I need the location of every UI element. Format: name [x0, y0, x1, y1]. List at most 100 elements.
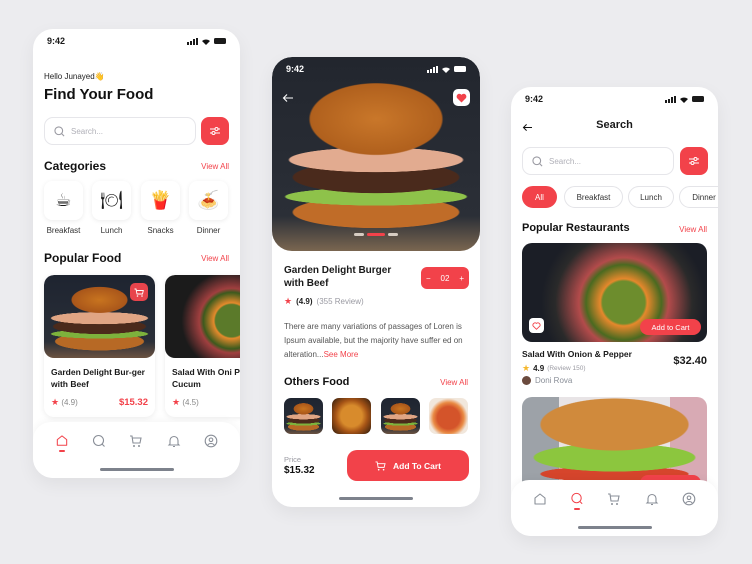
star-icon: ★ — [522, 363, 531, 373]
category-label: Lunch — [100, 226, 123, 235]
popular-view-all-link[interactable]: View All — [201, 254, 229, 263]
category-breakfast[interactable]: ☕ Breakfast — [44, 181, 83, 235]
search-placeholder: Search... — [71, 126, 104, 136]
search-icon — [532, 155, 543, 166]
bell-icon — [645, 493, 659, 506]
star-icon: ★ — [284, 296, 293, 306]
filter-icon — [689, 157, 699, 165]
nav-home[interactable] — [531, 492, 549, 510]
hero-image: 9:42 — [272, 57, 480, 251]
active-indicator — [58, 450, 65, 452]
wifi-icon — [442, 66, 450, 73]
increment-button[interactable]: + — [459, 274, 464, 283]
chip-all[interactable]: All — [522, 186, 557, 208]
cart-icon — [134, 288, 144, 297]
categories-view-all-link[interactable]: View All — [201, 162, 229, 171]
home-indicator — [99, 468, 174, 471]
pager-dot[interactable] — [354, 233, 364, 236]
food-name: Garden Delight Bur-ger with Beef — [51, 367, 145, 389]
heart-outline-icon — [532, 322, 541, 330]
snacks-icon: 🍟 — [141, 181, 180, 220]
bell-icon — [167, 435, 181, 448]
dinner-icon: 🍝 — [189, 181, 228, 220]
chip-dinner[interactable]: Dinner — [679, 186, 718, 208]
home-icon — [56, 435, 67, 446]
nav-profile[interactable] — [202, 434, 220, 452]
restaurant-rating: ★ 4.9 (Review 150) — [522, 363, 586, 373]
active-indicator — [574, 508, 581, 510]
decrement-button[interactable]: − — [426, 274, 431, 283]
search-input[interactable]: Search... — [522, 147, 674, 175]
search-placeholder: Search... — [549, 156, 582, 166]
food-image — [165, 275, 240, 358]
back-arrow-icon[interactable] — [282, 93, 294, 103]
food-price: $15.32 — [118, 397, 148, 408]
other-food-thumb-burger[interactable] — [284, 398, 323, 434]
detail-screen: 9:42 Garden Delight Burger with Beef − 0… — [272, 57, 480, 507]
other-food-thumb-noodles[interactable] — [429, 398, 468, 434]
category-snacks[interactable]: 🍟 Snacks — [141, 181, 180, 235]
other-food-thumb-chicken[interactable] — [332, 398, 371, 434]
restaurants-view-all-link[interactable]: View All — [679, 225, 707, 234]
search-icon — [571, 492, 583, 505]
nav-search[interactable] — [568, 492, 586, 510]
food-card[interactable]: Garden Delight Bur-ger with Beef ★ (4.9)… — [44, 275, 155, 417]
pager-dot[interactable] — [388, 233, 398, 236]
heart-icon — [456, 93, 467, 103]
bottom-nav — [33, 422, 240, 478]
add-to-cart-button[interactable]: Add To Cart — [347, 450, 469, 481]
category-label: Dinner — [196, 226, 221, 235]
nav-cart[interactable] — [605, 492, 623, 510]
search-screen: 9:42 Search Search... All Breakfast Lunc… — [511, 87, 718, 536]
search-input[interactable]: Search... — [44, 117, 196, 145]
others-view-all-link[interactable]: View All — [440, 378, 468, 387]
chip-breakfast[interactable]: Breakfast — [564, 186, 623, 208]
price-label: Price — [284, 455, 302, 464]
add-to-cart-button[interactable]: Add to Cart — [640, 319, 701, 335]
review-count[interactable]: (355 Review) — [317, 297, 364, 306]
favorite-button[interactable] — [453, 89, 470, 106]
cart-icon — [608, 493, 621, 505]
status-icons — [187, 37, 226, 45]
home-screen: 9:42 Hello Junayed👋 Find Your Food Searc… — [33, 29, 240, 478]
avatar — [522, 376, 531, 385]
categories-title: Categories — [44, 159, 107, 173]
other-food-thumb-burger-2[interactable] — [381, 398, 420, 434]
food-card[interactable]: Salad With Oni Peper & Cucum ★ (4.5) $ — [165, 275, 240, 417]
status-icons — [427, 65, 466, 73]
nav-profile[interactable] — [680, 492, 698, 510]
star-icon: ★ — [51, 397, 60, 407]
category-dinner[interactable]: 🍝 Dinner — [189, 181, 228, 235]
others-food-title: Others Food — [284, 376, 350, 388]
battery-icon — [454, 66, 466, 72]
nav-search[interactable] — [90, 434, 108, 452]
nav-home[interactable] — [53, 434, 71, 452]
restaurant-card-image[interactable]: Add to Cart — [522, 243, 707, 342]
signal-icon — [665, 95, 676, 103]
filter-button[interactable] — [680, 147, 708, 175]
restaurant-name: Salad With Onion & Pepper — [522, 349, 632, 359]
filter-button[interactable] — [201, 117, 229, 145]
product-title: Garden Delight Burger with Beef — [284, 265, 392, 289]
see-more-link[interactable]: See More — [324, 350, 359, 359]
home-icon — [534, 493, 546, 505]
wifi-icon — [680, 96, 688, 103]
food-rating: ★ (4.5) — [172, 397, 199, 407]
food-rating: ★ (4.9) — [51, 397, 78, 407]
lunch-icon: 🍽 — [92, 181, 131, 220]
quantity-stepper[interactable]: − 02 + — [421, 267, 469, 289]
status-bar: 9:42 — [33, 29, 240, 53]
nav-notifications[interactable] — [165, 434, 183, 452]
nav-cart[interactable] — [127, 434, 145, 452]
favorite-button[interactable] — [529, 318, 544, 333]
cart-icon — [375, 460, 386, 471]
add-to-cart-button[interactable] — [130, 283, 148, 301]
quantity-value: 02 — [440, 273, 450, 283]
status-time: 9:42 — [47, 36, 66, 46]
status-icons — [665, 95, 704, 103]
chip-lunch[interactable]: Lunch — [628, 186, 674, 208]
category-lunch[interactable]: 🍽 Lunch — [92, 181, 131, 235]
nav-notifications[interactable] — [643, 492, 661, 510]
restaurant-price: $32.40 — [673, 355, 707, 367]
pager-dot-active[interactable] — [367, 233, 385, 236]
